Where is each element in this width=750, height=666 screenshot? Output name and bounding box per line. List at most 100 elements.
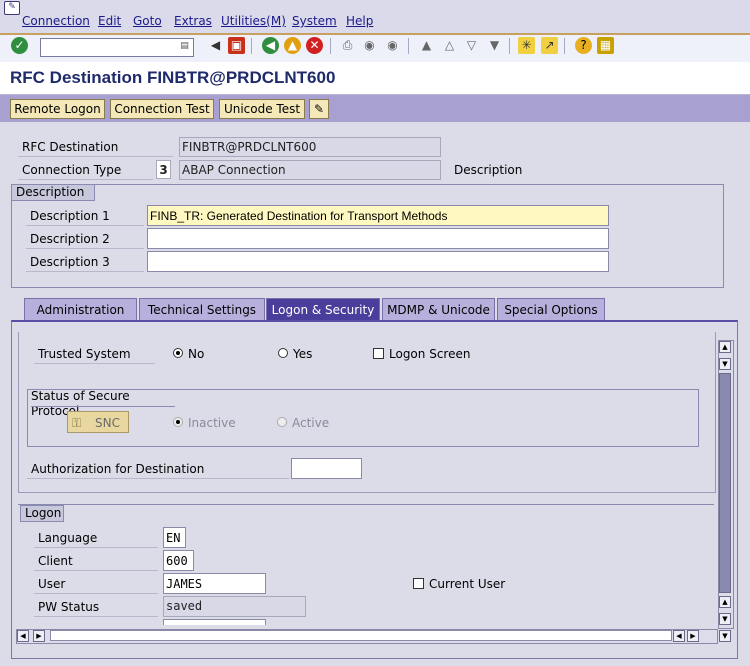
scroll-down-icon[interactable]: ▼ (719, 613, 731, 625)
command-history-icon[interactable]: ▤ (180, 40, 189, 52)
label-underline (18, 179, 153, 180)
tab-administration[interactable]: Administration (24, 298, 137, 321)
inactive-label: Inactive (188, 416, 236, 430)
description-2-label: Description 2 (30, 232, 110, 246)
trusted-yes-label: Yes (293, 347, 313, 361)
toolbar-separator (330, 38, 331, 54)
client-label: Client (38, 554, 73, 568)
connection-type-field: ABAP Connection (179, 160, 441, 180)
logon-group-title: Logon (20, 505, 64, 522)
active-label: Active (292, 416, 330, 430)
scroll-left-icon[interactable]: ◀ (17, 630, 29, 642)
label-underline (27, 478, 289, 479)
tab-mdmp-unicode[interactable]: MDMP & Unicode (382, 298, 495, 321)
toolbar-separator (408, 38, 409, 54)
active-radio (277, 417, 287, 427)
rfc-destination-field: FINBTR@PRDCLNT600 (179, 137, 441, 157)
find-next-icon[interactable]: ◉ (384, 37, 401, 54)
exit-icon[interactable]: ▲ (284, 37, 301, 54)
previous-page-icon[interactable]: △ (441, 37, 458, 54)
description-1-label: Description 1 (30, 209, 110, 223)
cancel-icon[interactable]: ✕ (306, 37, 323, 54)
connection-type-code: 3 (156, 160, 171, 179)
menu-edit[interactable]: Edit (98, 14, 121, 28)
page-title: RFC Destination FINBTR@PRDCLNT600 (10, 68, 336, 87)
tab-technical-settings[interactable]: Technical Settings (139, 298, 265, 321)
auth-destination-input[interactable] (291, 458, 362, 479)
logon-group (18, 504, 714, 630)
secure-protocol-title: Status of Secure Protocol (31, 389, 130, 418)
help-icon[interactable]: ? (575, 37, 592, 54)
pw-status-label: PW Status (38, 600, 100, 614)
tab-logon-security[interactable]: Logon & Security (266, 298, 380, 322)
connection-description-label: Description (454, 163, 523, 177)
menu-system[interactable]: System (292, 14, 337, 28)
scroll-down-icon[interactable]: ▼ (719, 358, 731, 370)
horizontal-scroll-track[interactable] (50, 630, 672, 641)
user-label: User (38, 577, 66, 591)
find-icon[interactable]: ◉ (361, 37, 378, 54)
connection-test-button[interactable]: Connection Test (110, 99, 214, 119)
back-nav-icon[interactable]: ◀ (262, 37, 279, 54)
snc-button[interactable]: ⚿ SNC (67, 411, 129, 433)
tab-special-options[interactable]: Special Options (497, 298, 605, 321)
toolbar-separator (509, 38, 510, 54)
pw-status-field: saved (163, 596, 306, 617)
scroll-corner-down-icon[interactable]: ▼ (719, 630, 731, 642)
logon-screen-checkbox[interactable] (373, 348, 384, 359)
toolbar-separator (564, 38, 565, 54)
description-group-title: Description (11, 184, 95, 201)
menu-help[interactable]: Help (346, 14, 373, 28)
print-icon[interactable]: ⎙ (339, 37, 356, 54)
language-label: Language (38, 531, 98, 545)
trusted-no-label: No (188, 347, 205, 361)
menu-utilities[interactable]: Utilities(M) (221, 14, 286, 28)
unicode-test-button[interactable]: Unicode Test (219, 99, 305, 119)
trusted-no-radio[interactable] (173, 348, 183, 358)
scroll-right-icon[interactable]: ▶ (687, 630, 699, 642)
snc-button-label: SNC (95, 416, 120, 430)
inactive-radio (173, 417, 183, 427)
scroll-left-icon[interactable]: ◀ (673, 630, 685, 642)
edit-pencil-icon[interactable]: ✎ (309, 99, 329, 119)
label-underline (26, 248, 144, 249)
password-input-partial[interactable] (163, 619, 266, 625)
label-underline (34, 570, 158, 571)
description-2-input[interactable] (147, 228, 609, 249)
command-field[interactable] (40, 38, 194, 57)
trusted-yes-radio[interactable] (278, 348, 288, 358)
client-input[interactable] (163, 550, 194, 571)
description-1-input[interactable] (147, 205, 609, 226)
back-icon[interactable]: ◀ (207, 37, 224, 54)
snc-key-icon: ⚿ (72, 416, 82, 430)
menu-goto[interactable]: Goto (133, 14, 162, 28)
new-session-icon[interactable]: ✳ (518, 37, 535, 54)
next-page-icon[interactable]: ▽ (463, 37, 480, 54)
shortcut-icon[interactable]: ↗ (541, 37, 558, 54)
menu-connection[interactable]: Connection (22, 14, 90, 28)
system-menu-icon[interactable]: ✎ (4, 1, 20, 15)
auth-destination-label: Authorization for Destination (31, 462, 205, 476)
label-underline (34, 363, 155, 364)
menu-extras[interactable]: Extras (174, 14, 212, 28)
scroll-right-icon[interactable]: ▶ (33, 630, 45, 642)
remote-logon-button[interactable]: Remote Logon (10, 99, 105, 119)
current-user-checkbox[interactable] (413, 578, 424, 589)
description-3-input[interactable] (147, 251, 609, 272)
first-page-icon[interactable]: ▲ (418, 37, 435, 54)
save-icon[interactable]: ▣ (228, 37, 245, 54)
layout-menu-icon[interactable]: ▦ (597, 37, 614, 54)
label-underline (34, 593, 158, 594)
label-underline (18, 156, 173, 157)
rfc-destination-label: RFC Destination (22, 140, 119, 154)
label-underline (34, 547, 158, 548)
scroll-up-icon[interactable]: ▲ (719, 341, 731, 353)
last-page-icon[interactable]: ▼ (486, 37, 503, 54)
language-input[interactable] (163, 527, 186, 548)
vertical-scroll-thumb[interactable] (719, 373, 731, 593)
user-input[interactable] (163, 573, 266, 594)
enter-icon[interactable]: ✓ (11, 37, 28, 54)
scroll-up-icon[interactable]: ▲ (719, 596, 731, 608)
label-underline (34, 616, 158, 617)
trusted-system-label: Trusted System (38, 347, 131, 361)
